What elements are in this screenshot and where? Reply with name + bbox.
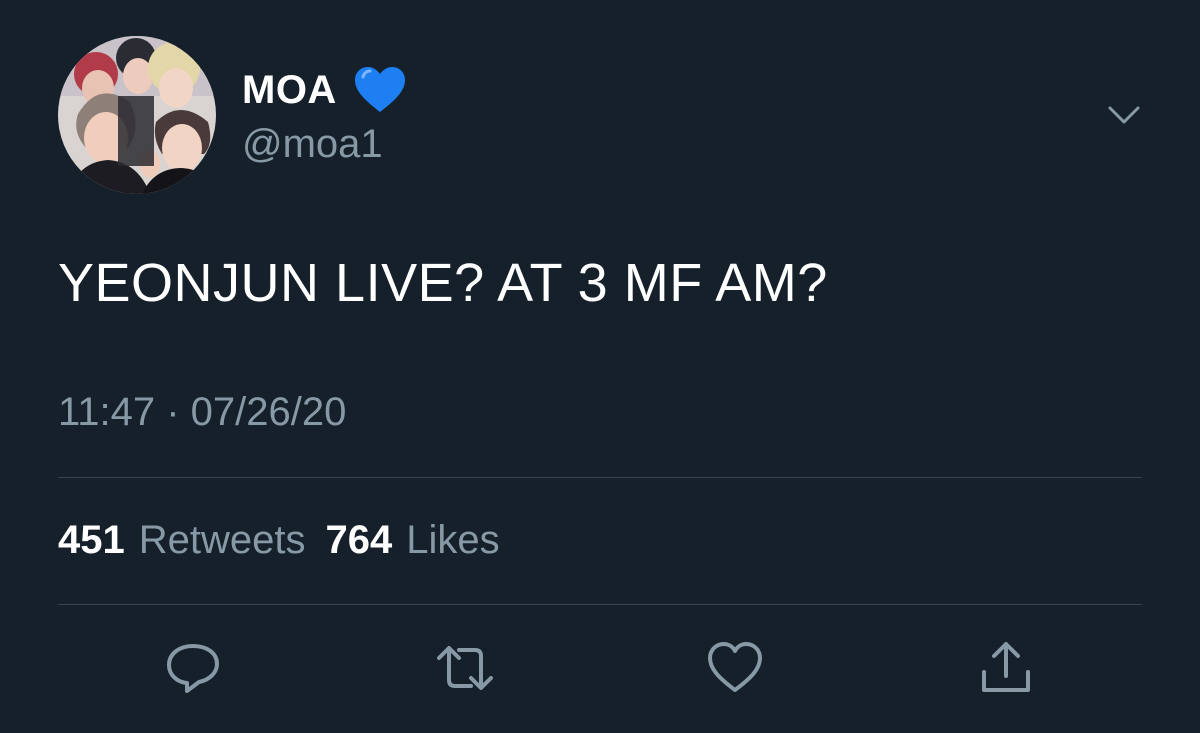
retweet-button[interactable] — [435, 638, 495, 698]
avatar-photo — [58, 36, 216, 194]
blue-heart-icon — [353, 65, 407, 115]
share-button[interactable] — [976, 638, 1036, 698]
retweet-icon — [437, 646, 493, 690]
reply-icon — [167, 644, 219, 693]
name-row: MOA — [242, 62, 407, 118]
display-name[interactable]: MOA — [242, 68, 337, 113]
engagement-stats: 451 Retweets 764 Likes — [58, 518, 520, 563]
divider — [58, 604, 1142, 605]
chevron-down-icon[interactable] — [1104, 100, 1144, 130]
tweet-detail: MOA @moa1 YEONJUN LIVE? AT 3 MF AM? 11:4… — [0, 0, 1200, 733]
like-button[interactable] — [705, 638, 765, 698]
divider — [58, 477, 1142, 478]
likes-stat[interactable]: 764 Likes — [326, 518, 500, 563]
retweets-stat[interactable]: 451 Retweets — [58, 518, 306, 563]
avatar[interactable] — [58, 36, 216, 194]
likes-label: Likes — [406, 518, 500, 562]
heart-icon — [708, 642, 762, 692]
user-handle[interactable]: @moa1 — [242, 122, 407, 167]
tweet-timestamp[interactable]: 11:47 · 07/26/20 — [58, 390, 346, 435]
tweet-text: YEONJUN LIVE? AT 3 MF AM? — [58, 253, 828, 313]
likes-count: 764 — [325, 518, 393, 562]
retweets-label: Retweets — [138, 518, 306, 562]
retweets-count: 451 — [58, 518, 125, 562]
reply-button[interactable] — [163, 638, 223, 698]
share-icon — [982, 642, 1030, 692]
user-info: MOA @moa1 — [242, 62, 407, 167]
